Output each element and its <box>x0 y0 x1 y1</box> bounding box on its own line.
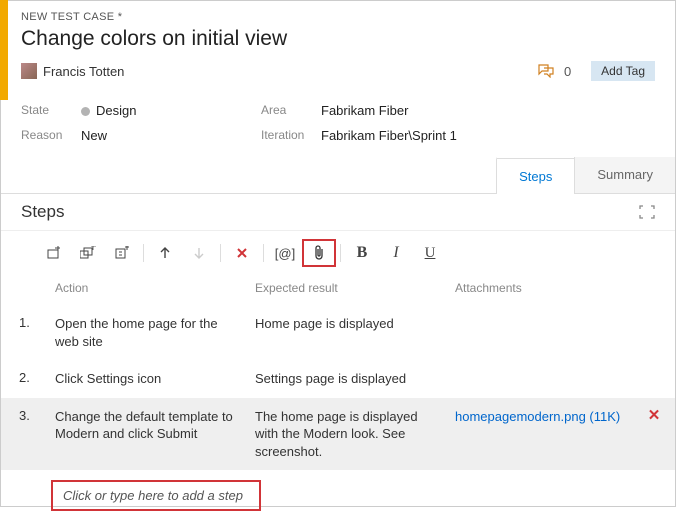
section-title: Steps <box>21 202 639 222</box>
step-action[interactable]: Change the default template to Modern an… <box>49 406 249 445</box>
column-headers: Action Expected result Attachments <box>1 277 675 305</box>
section-header: Steps <box>1 194 675 231</box>
toolbar-separator <box>143 244 144 262</box>
add-tag-button[interactable]: Add Tag <box>591 61 655 81</box>
discussion-icon[interactable] <box>538 64 554 78</box>
step-attachment <box>449 313 639 317</box>
tab-summary[interactable]: Summary <box>574 157 675 193</box>
step-action[interactable]: Open the home page for the web site <box>49 313 249 352</box>
step-action[interactable]: Click Settings icon <box>49 368 249 390</box>
avatar[interactable] <box>21 63 37 79</box>
delete-step-icon[interactable] <box>225 239 259 267</box>
step-expected[interactable]: Settings page is displayed <box>249 368 449 390</box>
state-value[interactable]: Design <box>81 103 261 118</box>
step-row[interactable]: 1. Open the home page for the web site H… <box>1 305 675 360</box>
col-expected: Expected result <box>249 277 449 299</box>
move-down-icon <box>182 239 216 267</box>
reason-label: Reason <box>21 128 81 143</box>
state-dot-icon <box>81 107 90 116</box>
col-action: Action <box>49 277 249 299</box>
step-attachment <box>449 368 639 372</box>
breadcrumb: NEW TEST CASE * <box>21 11 655 23</box>
step-number: 2. <box>19 368 49 385</box>
iteration-label: Iteration <box>261 128 321 143</box>
state-label: State <box>21 103 81 118</box>
fullscreen-icon[interactable] <box>639 205 655 219</box>
add-step-input[interactable]: Click or type here to add a step <box>51 480 261 511</box>
step-row[interactable]: 3. Change the default template to Modern… <box>1 398 675 471</box>
toolbar-separator <box>340 244 341 262</box>
step-attachment-link[interactable]: homepagemodern.png (11K) <box>449 406 639 428</box>
col-attachments: Attachments <box>449 277 639 299</box>
insert-step-icon[interactable] <box>37 239 71 267</box>
tab-steps[interactable]: Steps <box>496 157 574 194</box>
add-attachment-icon[interactable] <box>302 239 336 267</box>
insert-shared-step-icon[interactable] <box>71 239 105 267</box>
step-expected[interactable]: The home page is displayed with the Mode… <box>249 406 449 463</box>
insert-parameter-icon[interactable]: [@] <box>268 239 302 267</box>
bold-icon[interactable]: B <box>345 239 379 267</box>
discussion-count: 0 <box>564 64 571 79</box>
tabs: Steps Summary <box>1 157 675 194</box>
create-shared-steps-icon[interactable] <box>105 239 139 267</box>
toolbar-separator <box>220 244 221 262</box>
step-number: 1. <box>19 313 49 330</box>
page-title: Change colors on initial view <box>21 27 655 51</box>
italic-icon[interactable]: I <box>379 239 413 267</box>
step-expected[interactable]: Home page is displayed <box>249 313 449 335</box>
assignee-name[interactable]: Francis Totten <box>43 64 124 79</box>
area-label: Area <box>261 103 321 118</box>
fields-grid: State Design Area Fabrikam Fiber Reason … <box>1 87 675 143</box>
reason-value[interactable]: New <box>81 128 261 143</box>
header: NEW TEST CASE * Change colors on initial… <box>1 1 675 87</box>
underline-icon[interactable]: U <box>413 239 447 267</box>
toolbar-separator <box>263 244 264 262</box>
steps-toolbar: [@] B I U <box>1 231 675 277</box>
move-up-icon[interactable] <box>148 239 182 267</box>
step-row[interactable]: 2. Click Settings icon Settings page is … <box>1 360 675 398</box>
step-number: 3. <box>19 406 49 423</box>
area-value[interactable]: Fabrikam Fiber <box>321 103 541 118</box>
iteration-value[interactable]: Fabrikam Fiber\Sprint 1 <box>321 128 541 143</box>
remove-attachment-icon[interactable]: ✕ <box>639 406 669 424</box>
